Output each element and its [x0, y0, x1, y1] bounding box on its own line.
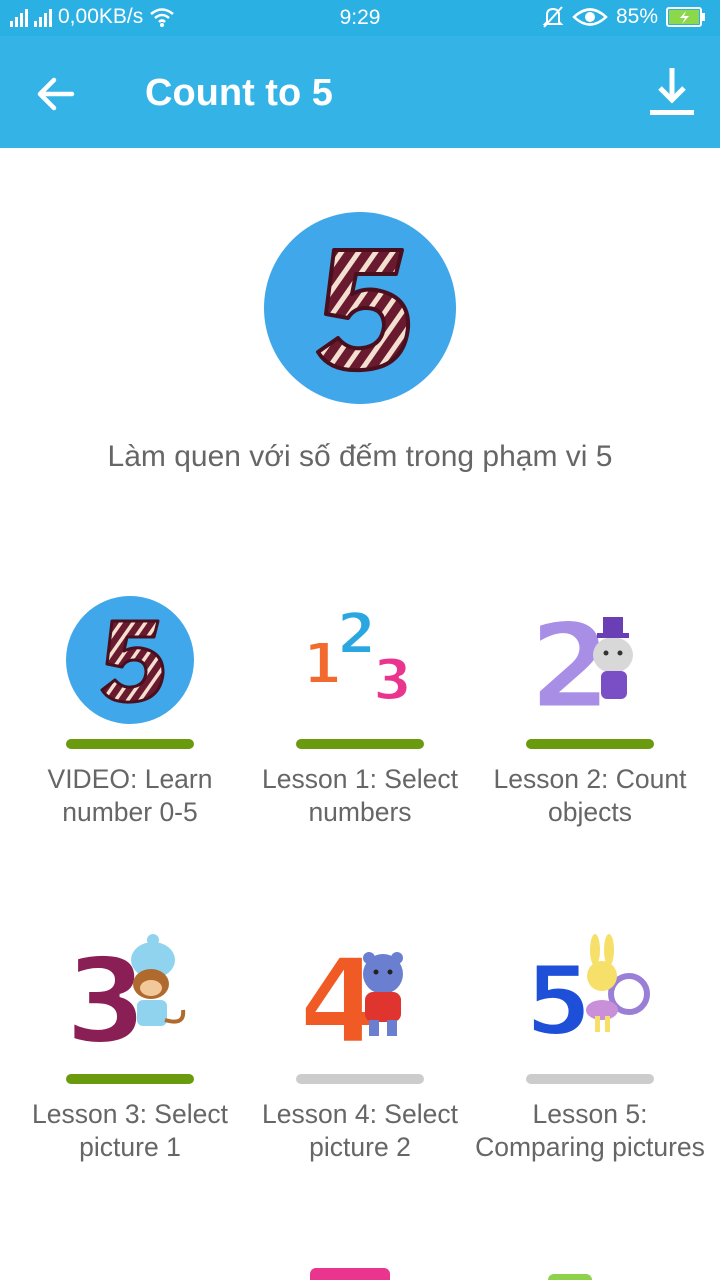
number-five-illustration	[316, 248, 411, 373]
svg-text:2: 2	[337, 602, 376, 667]
progress-bar	[296, 1074, 424, 1084]
lesson-label: VIDEO: Learn number 0-5	[47, 764, 213, 827]
next-lesson-peek-green	[548, 1274, 592, 1280]
next-lesson-peek-pink	[310, 1268, 390, 1280]
number-five-icon	[66, 596, 194, 724]
number-three-monkey-icon: 3	[65, 931, 186, 1060]
lesson-label: Lesson 4: Select picture 2	[262, 1099, 458, 1162]
progress-bar	[526, 739, 654, 749]
svg-text:3: 3	[373, 648, 412, 713]
progress-bar	[296, 739, 424, 749]
topic-description: Làm quen với số đếm trong phạm vi 5	[107, 440, 613, 473]
number-two-cat-icon: 2	[528, 596, 633, 725]
numbers-123-icon: 1 2 3	[302, 601, 413, 714]
lesson-label: Lesson 2: Count objects	[493, 764, 687, 827]
lesson-label: Lesson 5: Comparing pictures	[475, 1099, 705, 1162]
eye-icon	[572, 8, 608, 26]
download-icon	[650, 68, 694, 115]
page-title: Count to 5	[145, 72, 333, 114]
back-button[interactable]	[30, 68, 82, 120]
app-bar: Count to 5	[0, 36, 720, 148]
battery-charging-icon	[666, 7, 705, 27]
lesson-label: Lesson 3: Select picture 1	[32, 1099, 228, 1162]
lesson-label: Lesson 1: Select numbers	[262, 764, 458, 827]
topic-image-number-five	[264, 212, 456, 404]
status-right: 85%	[542, 5, 706, 29]
arrow-left-icon	[37, 77, 75, 111]
number-four-bear-icon: 4	[298, 931, 403, 1060]
svg-text:5: 5	[525, 945, 592, 1057]
progress-bar	[66, 739, 194, 749]
number-five-bunny-icon: 5	[525, 934, 650, 1059]
status-bar: 0,00KB/s 9:29 85%	[0, 0, 720, 36]
progress-bar	[526, 1074, 654, 1084]
mute-bell-icon	[542, 6, 564, 28]
download-button[interactable]	[644, 64, 700, 120]
battery-percent: 85%	[615, 5, 658, 28]
progress-bar	[66, 1074, 194, 1084]
